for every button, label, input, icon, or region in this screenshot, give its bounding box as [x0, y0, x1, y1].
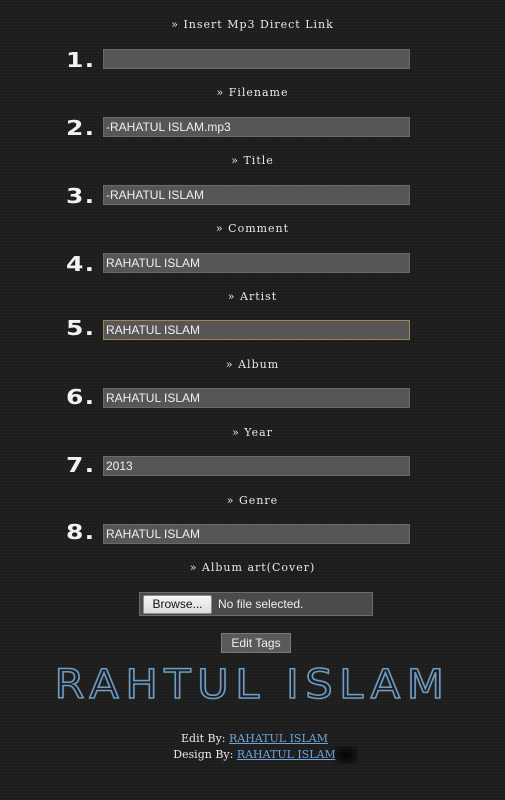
- step-number-7: 7.: [66, 453, 96, 477]
- credit-edit-by: Edit By: RAHATUL ISLAM: [0, 732, 505, 746]
- decorative-shadow: [334, 746, 358, 764]
- step-number-2: 2.: [66, 116, 96, 140]
- browse-button[interactable]: Browse...: [143, 595, 212, 614]
- section-label-album: » Album: [225, 358, 280, 371]
- title-input[interactable]: [103, 185, 410, 205]
- credit-edit-label: Edit By:: [181, 732, 226, 745]
- album-art-file-input[interactable]: Browse... No file selected.: [139, 592, 373, 616]
- step-number-5: 5.: [66, 316, 96, 340]
- step-number-1: 1.: [66, 48, 96, 72]
- credit-design-by: Design By: RAHATUL ISLAM: [0, 748, 505, 762]
- filename-input[interactable]: [103, 117, 410, 137]
- section-label-genre: » Genre: [226, 494, 279, 507]
- site-logo: RAHTUL ISLAM: [54, 662, 451, 708]
- step-number-4: 4.: [66, 252, 96, 276]
- section-label-album-art: » Album art(Cover): [189, 561, 316, 574]
- section-label-comment: » Comment: [215, 222, 290, 235]
- genre-input[interactable]: [103, 524, 410, 544]
- section-label-title: » Title: [231, 154, 274, 167]
- credit-edit-link[interactable]: RAHATUL ISLAM: [229, 732, 328, 745]
- step-number-6: 6.: [66, 385, 96, 409]
- step-number-8: 8.: [66, 520, 96, 544]
- mp3-link-input[interactable]: [103, 49, 410, 69]
- comment-input[interactable]: [103, 253, 410, 273]
- artist-input[interactable]: [103, 320, 410, 340]
- year-input[interactable]: [103, 456, 410, 476]
- section-label-filename: » Filename: [216, 86, 289, 99]
- edit-tags-button[interactable]: Edit Tags: [221, 633, 291, 653]
- section-label-year: » Year: [232, 426, 273, 439]
- section-label-artist: » Artist: [227, 290, 278, 303]
- credit-design-label: Design By:: [173, 748, 234, 761]
- album-input[interactable]: [103, 388, 410, 408]
- file-status-text: No file selected.: [218, 597, 304, 611]
- section-label-mp3-link: » Insert Mp3 Direct Link: [171, 18, 334, 31]
- credit-design-link[interactable]: RAHATUL ISLAM: [237, 748, 336, 761]
- step-number-3: 3.: [66, 184, 96, 208]
